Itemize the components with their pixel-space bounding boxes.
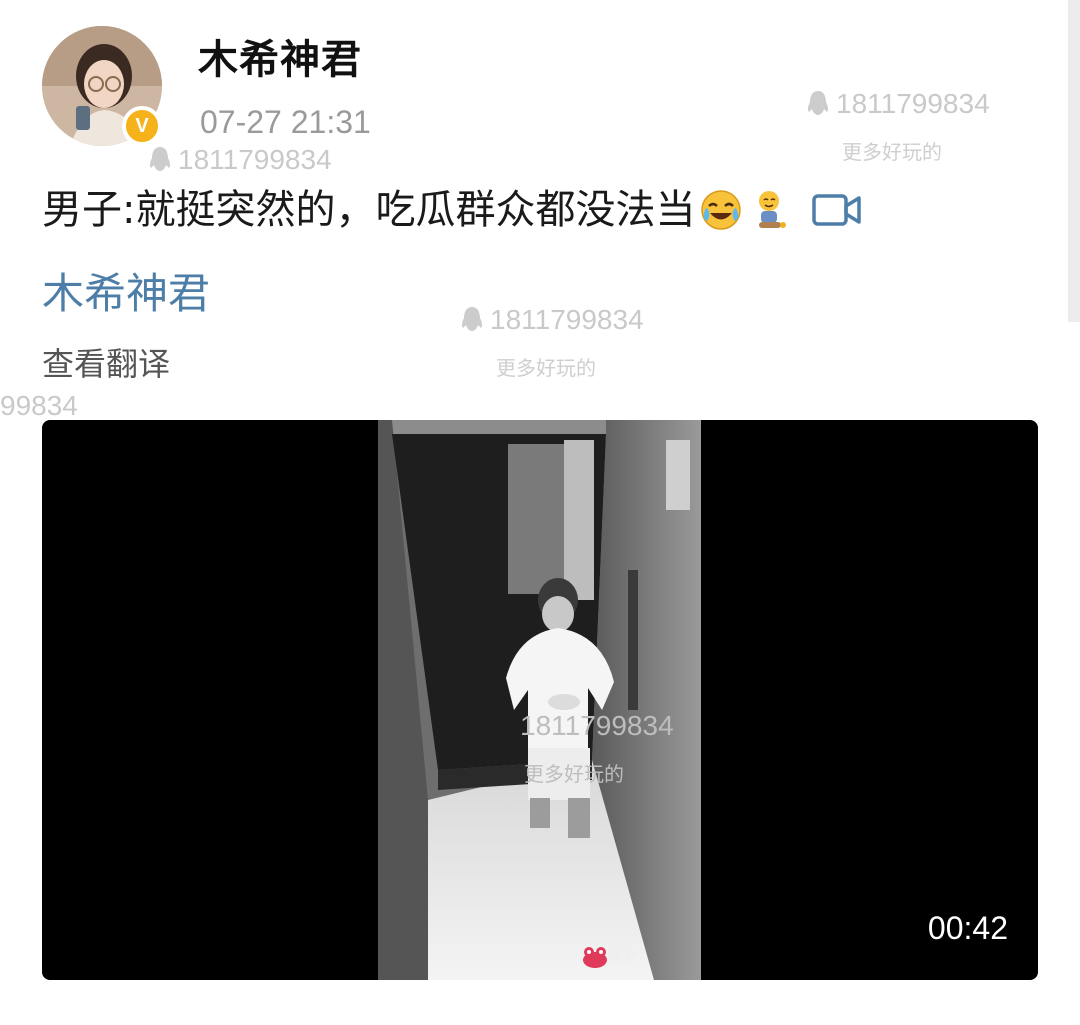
post-text-content: 男子:就挺突然的，吃瓜群众都没法当: [42, 187, 696, 233]
weibo-post: V 木希神君 07-27 21:31 男子:就挺突然的，吃瓜群众都没法当 木希神: [0, 0, 1080, 1025]
watermark-number-partial: 99834: [0, 390, 78, 421]
watermark-number: 1811799834: [490, 304, 644, 335]
qq-penguin-icon: [149, 147, 171, 171]
video-source-logo-text: 搞笑: [608, 950, 636, 966]
watermark: 1811799834: [460, 304, 644, 336]
elevator-scene-image: [378, 420, 701, 980]
post-timestamp: 07-27 21:31: [200, 104, 371, 140]
watermark: 1811799834: [806, 88, 990, 120]
watermark-tagline: 更多好玩的: [496, 356, 596, 380]
author-mention-link[interactable]: 木希神君: [42, 266, 210, 322]
watermark-tagline: 更多好玩的: [842, 140, 942, 164]
watermark-number: 1811799834: [836, 88, 990, 119]
video-camera-icon[interactable]: [811, 190, 863, 230]
video-source-logo: 搞笑: [582, 946, 636, 968]
qq-penguin-icon: [807, 91, 829, 115]
frog-logo-icon: [583, 947, 607, 968]
post-text: 男子:就挺突然的，吃瓜群众都没法当: [42, 182, 863, 238]
watermark: 1811799834: [148, 144, 332, 176]
username[interactable]: 木希神君: [198, 36, 362, 84]
qq-penguin-icon: [461, 307, 483, 331]
crying-laughing-emoji-icon: [701, 190, 742, 230]
video-duration: 00:42: [927, 910, 1008, 946]
verified-badge-icon: V: [122, 106, 162, 146]
video-thumbnail: 搞笑: [378, 420, 701, 980]
scrollbar[interactable]: [1068, 0, 1080, 322]
sitting-person-emoji-icon: [759, 191, 787, 228]
watermark-number: 1811799834: [178, 144, 332, 175]
view-translation-link[interactable]: 查看翻译: [42, 342, 170, 386]
watermark-partial: 99834: [0, 390, 78, 422]
video-player[interactable]: 搞笑 1811799834 更多好玩的 00:42: [42, 420, 1038, 980]
